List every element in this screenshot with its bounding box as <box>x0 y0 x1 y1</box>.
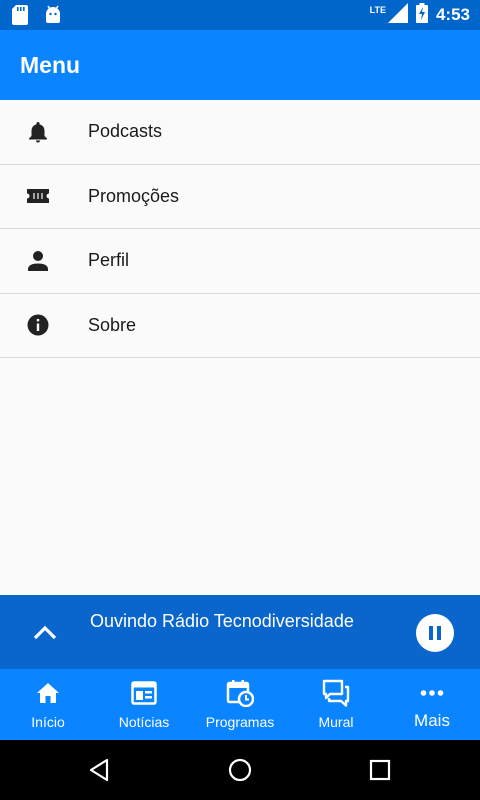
tab-label: Mural <box>318 714 354 730</box>
bell-icon <box>26 120 50 144</box>
tab-noticias[interactable]: Notícias <box>96 669 192 740</box>
sd-card-icon <box>12 5 28 30</box>
ticket-icon <box>26 184 50 208</box>
battery-charging-icon <box>415 2 428 28</box>
android-icon <box>44 5 62 30</box>
tab-inicio[interactable]: Início <box>0 669 96 740</box>
tab-programas[interactable]: Programas <box>192 669 288 740</box>
tab-mural[interactable]: Mural <box>288 669 384 740</box>
tab-mais[interactable]: Mais <box>384 669 480 740</box>
bottom-tab-bar: Início Notícias Programas Mural Mais <box>0 669 480 740</box>
status-bar: LTE 4:53 <box>0 0 480 30</box>
menu-item-perfil[interactable]: Perfil <box>0 229 480 294</box>
menu-item-label: Podcasts <box>88 121 163 142</box>
chat-icon <box>322 679 350 707</box>
chevron-up-icon[interactable] <box>28 615 62 649</box>
recents-icon[interactable] <box>367 757 393 783</box>
more-icon <box>418 679 446 707</box>
page-title: Menu <box>20 52 81 78</box>
app-bar: Menu <box>0 30 480 100</box>
tab-label: Programas <box>205 714 275 730</box>
menu-item-promocoes[interactable]: Promoções <box>0 164 480 229</box>
menu-list: Podcasts Promoções Perfil Sobre <box>0 100 480 358</box>
menu-item-label: Sobre <box>88 314 137 335</box>
home-icon <box>34 679 62 707</box>
info-icon <box>26 313 50 337</box>
menu-item-label: Perfil <box>88 250 130 271</box>
pause-icon <box>429 626 441 640</box>
tab-label: Notícias <box>118 714 170 730</box>
system-navigation-bar <box>0 740 480 800</box>
tab-label: Mais <box>414 711 450 730</box>
news-icon <box>130 679 158 707</box>
tab-label: Início <box>31 714 65 730</box>
clock: 4:53 <box>435 5 470 24</box>
signal-icon <box>387 2 408 28</box>
now-playing-text: Ouvindo Rádio Tecnodiversidade <box>90 611 354 631</box>
menu-item-podcasts[interactable]: Podcasts <box>0 100 480 165</box>
back-icon[interactable] <box>86 757 112 783</box>
menu-item-sobre[interactable]: Sobre <box>0 293 480 358</box>
pause-button[interactable] <box>416 614 454 652</box>
menu-item-label: Promoções <box>88 185 180 206</box>
network-type: LTE <box>369 5 386 15</box>
calendar-clock-icon <box>226 679 254 707</box>
now-playing-bar[interactable]: Ouvindo Rádio Tecnodiversidade <box>0 595 480 669</box>
home-nav-icon[interactable] <box>227 757 253 783</box>
person-icon <box>26 249 50 273</box>
